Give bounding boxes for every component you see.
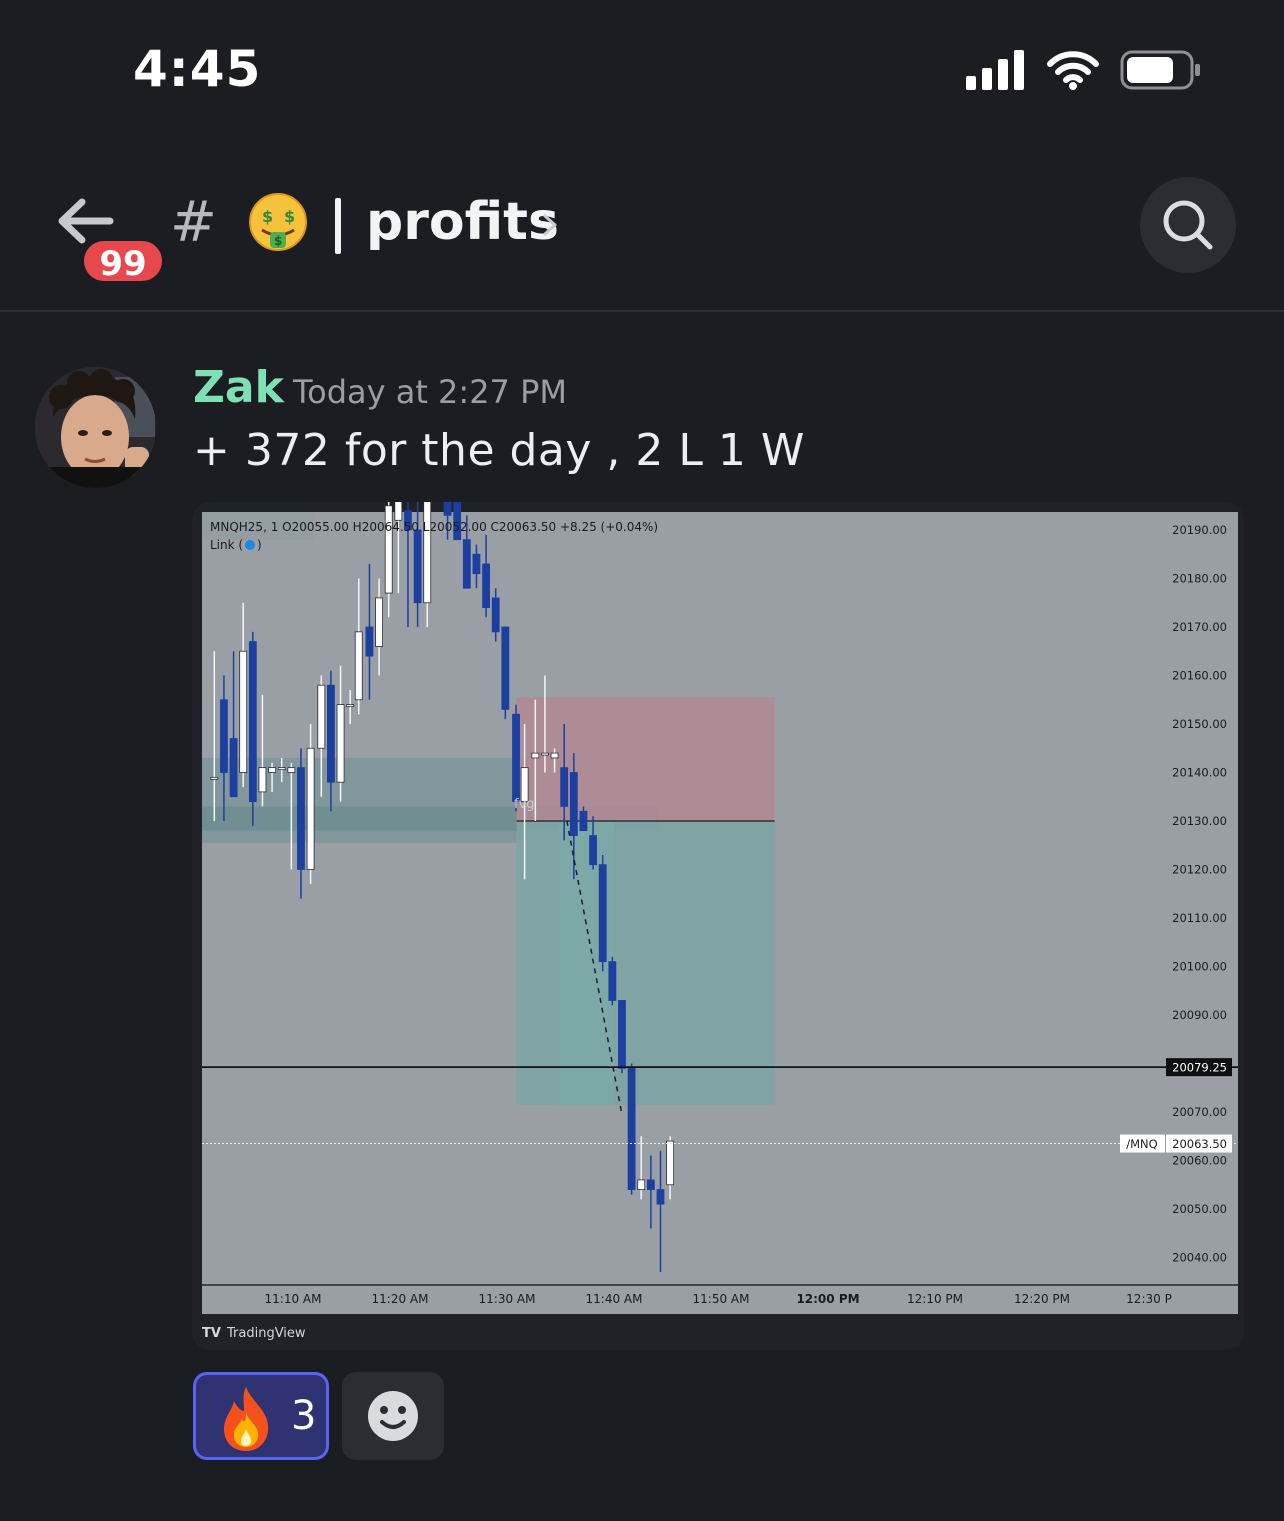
add-reaction-button[interactable]: [342, 1372, 444, 1460]
y-tick-label: 20180.00: [1172, 572, 1227, 586]
svg-text:20063.50: 20063.50: [1172, 1137, 1227, 1151]
channel-header: 99 # $ $ $ profits: [0, 160, 1284, 312]
y-tick-label: 20120.00: [1172, 863, 1227, 877]
search-icon: [1163, 200, 1213, 250]
status-bar: 4:45: [0, 0, 1284, 140]
link-indicator: Link (: [210, 538, 243, 552]
chart-image-attachment[interactable]: MNQH25, 1 O20055.00 H20064.50 L20052.00 …: [192, 502, 1244, 1350]
svg-text:/MNQ: /MNQ: [1126, 1137, 1157, 1151]
y-tick-label: 20140.00: [1172, 766, 1227, 780]
smiley-icon: [368, 1391, 418, 1441]
status-time: 4:45: [133, 40, 262, 98]
message-timestamp: Today at 2:27 PM: [293, 373, 567, 411]
message-text: + 372 for the day , 2 L 1 W: [193, 425, 805, 476]
cellular-signal-icon: [966, 50, 1024, 90]
candle: [501, 626, 510, 720]
link-close: ): [257, 538, 262, 552]
x-tick-label: 12:10 PM: [907, 1292, 963, 1306]
x-tick-label: 11:20 AM: [372, 1292, 429, 1306]
y-tick-label: 20160.00: [1172, 669, 1227, 683]
tradingview-chart: MNQH25, 1 O20055.00 H20064.50 L20052.00 …: [202, 502, 1238, 1341]
ohlc-readout: MNQH25, 1 O20055.00 H20064.50 L20052.00 …: [210, 520, 658, 534]
status-icons: [966, 50, 1202, 90]
reaction-count: 3: [291, 1393, 317, 1439]
y-tick-label: 20060.00: [1172, 1154, 1227, 1168]
svg-text:$: $: [274, 234, 282, 248]
fvg-label: fvg: [514, 797, 535, 812]
x-tick-label: 11:30 AM: [479, 1292, 536, 1306]
wifi-icon: [1047, 51, 1099, 90]
chevron-right-icon[interactable]: [540, 208, 560, 242]
y-tick-label: 20110.00: [1172, 911, 1227, 925]
y-tick-label: 20170.00: [1172, 620, 1227, 634]
y-tick-label: 20190.00: [1172, 523, 1227, 537]
y-tick-label: 20150.00: [1172, 717, 1227, 731]
candle: [306, 724, 315, 885]
tradingview-logo: TV TradingView: [202, 1326, 306, 1341]
message-author[interactable]: Zak: [193, 362, 284, 413]
x-tick-label: 12:20 PM: [1014, 1292, 1070, 1306]
reaction-fire[interactable]: 3: [193, 1372, 329, 1460]
svg-text:20079.25: 20079.25: [1172, 1061, 1227, 1075]
unread-badge: 99: [81, 238, 165, 284]
search-button[interactable]: [1140, 177, 1236, 273]
candle: [627, 1063, 636, 1195]
take-profit-zone: [516, 821, 775, 1105]
svg-text:$: $: [262, 207, 273, 226]
channel-name-divider: [335, 198, 341, 254]
take-profit-inner-zone: [559, 821, 615, 1105]
link-dot-icon: [245, 540, 255, 550]
candle: [248, 631, 257, 826]
battery-icon: [1120, 50, 1200, 90]
fire-icon: [224, 1387, 269, 1451]
level-price-tag: 20079.25: [1166, 1058, 1232, 1077]
x-tick-label: 11:10 AM: [265, 1292, 322, 1306]
y-tick-label: 20050.00: [1172, 1202, 1227, 1216]
x-tick-label: 12:30 P: [1126, 1292, 1172, 1306]
avatar[interactable]: [35, 367, 156, 488]
channel-hash-icon: #: [170, 190, 217, 255]
channel-name[interactable]: profits: [366, 192, 559, 252]
y-tick-label: 20090.00: [1172, 1008, 1227, 1022]
y-tick-label: 20130.00: [1172, 814, 1227, 828]
watermark-text: TradingView: [226, 1326, 306, 1341]
x-tick-label: 11:50 AM: [693, 1292, 750, 1306]
y-tick-label: 20040.00: [1172, 1251, 1227, 1265]
candle: [608, 956, 617, 1006]
y-tick-label: 20100.00: [1172, 960, 1227, 974]
svg-text:$: $: [284, 207, 295, 226]
svg-text:TV: TV: [202, 1326, 221, 1341]
candle: [598, 854, 607, 972]
candle: [618, 1000, 626, 1074]
y-tick-label: 20070.00: [1172, 1105, 1227, 1119]
current-price-tag: /MNQ 20063.50: [1120, 1134, 1232, 1153]
x-tick-label: 11:40 AM: [586, 1292, 643, 1306]
x-tick-label: 12:00 PM: [796, 1292, 859, 1306]
candle: [512, 704, 520, 812]
money-mouth-face-icon: $ $ $: [249, 193, 307, 251]
